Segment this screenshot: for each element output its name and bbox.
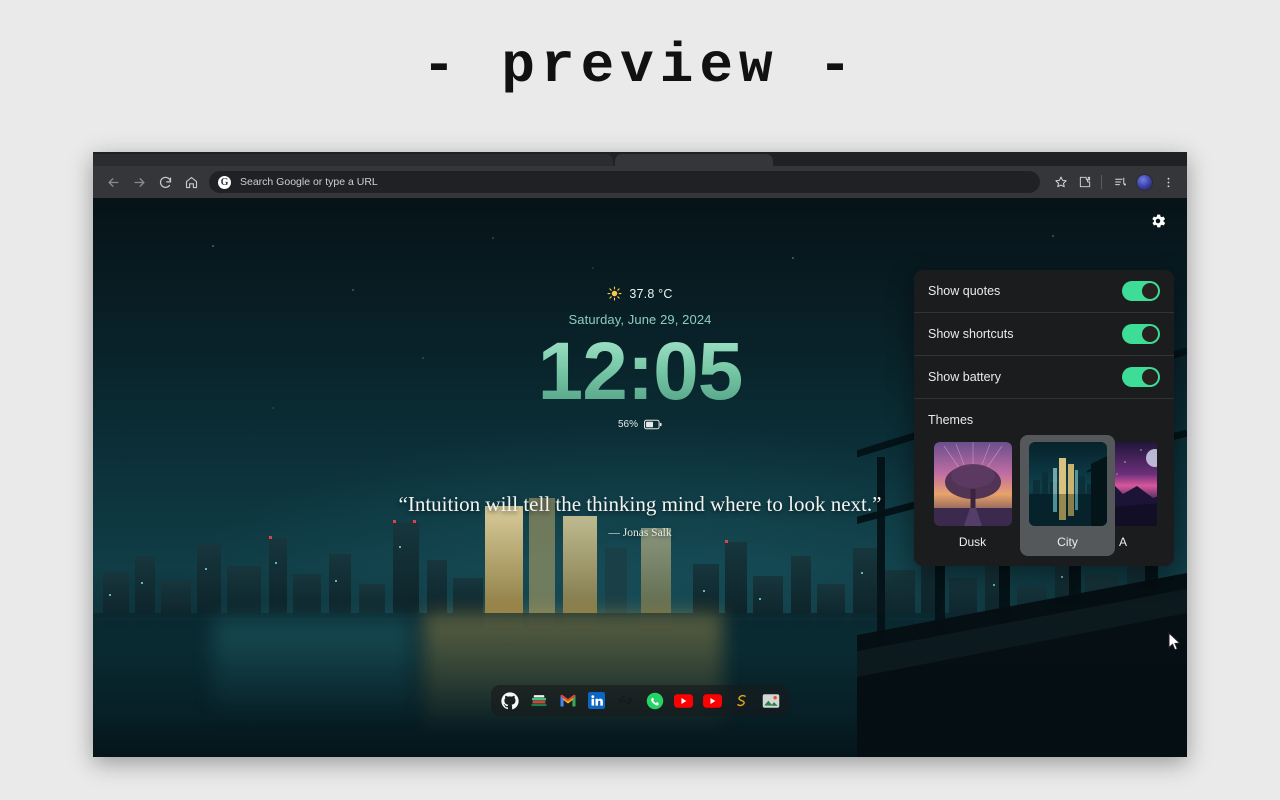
tab-inactive-area — [93, 154, 613, 166]
setting-row-show-quotes[interactable]: Show quotes — [914, 270, 1174, 313]
new-tab-page: 37.8 °C Saturday, June 29, 2024 12:05 56… — [93, 198, 1187, 757]
theme-thumb-aurora — [1115, 442, 1157, 526]
setting-label-show-shortcuts: Show shortcuts — [928, 327, 1014, 341]
shortcut-github-icon[interactable] — [500, 691, 519, 710]
date-text: Saturday, June 29, 2024 — [568, 312, 712, 327]
reading-list-icon[interactable] — [1109, 171, 1131, 193]
water-glow-teal — [213, 618, 413, 738]
battery-percent: 56% — [617, 419, 638, 431]
google-g-icon: G — [218, 175, 231, 189]
weather-temperature: 37.8 °C — [629, 286, 673, 301]
theme-name-aurora: A — [1119, 535, 1128, 549]
browser-window: G Search Google or type a URL 37.8 °C Sa… — [93, 152, 1187, 757]
extensions-puzzle-icon[interactable] — [1074, 171, 1096, 193]
toggle-knob — [1142, 369, 1158, 385]
shortcut-sublime-icon[interactable] — [732, 691, 751, 710]
theme-thumb-city — [1028, 442, 1107, 526]
theme-card-city[interactable]: City — [1020, 435, 1115, 556]
setting-row-show-shortcuts[interactable]: Show shortcuts — [914, 313, 1174, 356]
toggle-knob — [1142, 326, 1158, 342]
page-title: - preview - — [422, 34, 858, 98]
address-bar-text: Search Google or type a URL — [240, 176, 378, 188]
shortcut-scorpion-icon[interactable] — [616, 691, 635, 710]
battery-widget: 56% — [618, 419, 662, 430]
home-icon[interactable] — [179, 170, 203, 194]
water-glow-gold — [423, 613, 723, 753]
shortcut-gmail-icon[interactable] — [558, 691, 577, 710]
toggle-knob — [1142, 283, 1158, 299]
theme-name-dusk: Dusk — [958, 535, 987, 549]
mouse-cursor — [1168, 632, 1181, 651]
toggle-show-shortcuts[interactable] — [1122, 324, 1160, 344]
theme-thumb-dusk — [933, 442, 1012, 526]
toolbar-right-icons — [1048, 171, 1179, 193]
avatar — [1135, 173, 1153, 191]
tab-active[interactable] — [615, 154, 773, 166]
theme-card-aurora[interactable]: A — [1115, 435, 1157, 556]
themes-heading: Themes — [928, 413, 974, 427]
back-icon[interactable] — [101, 170, 125, 194]
shortcuts-dock — [491, 685, 789, 716]
quote-author: — Jonas Salk — [608, 527, 672, 540]
forward-icon[interactable] — [127, 170, 151, 194]
quote-text: “Intuition will tell the thinking mind w… — [398, 492, 882, 517]
weather-widget: 37.8 °C — [607, 286, 672, 301]
shortcut-youtube-icon[interactable] — [674, 691, 693, 710]
shortcut-whatsapp-icon[interactable] — [645, 691, 664, 710]
shortcut-photos-icon[interactable] — [761, 691, 780, 710]
gear-icon[interactable] — [1147, 210, 1169, 232]
reload-icon[interactable] — [153, 170, 177, 194]
shortcut-linkedin-icon[interactable] — [587, 691, 606, 710]
toggle-show-battery[interactable] — [1122, 367, 1160, 387]
themes-list: Dusk City A — [914, 435, 1174, 556]
sun-icon — [607, 286, 622, 301]
clock-time: 12:05 — [537, 326, 744, 417]
chrome-menu-icon[interactable] — [1157, 171, 1179, 193]
tab-strip — [93, 152, 1187, 166]
shortcut-youtube-music-icon[interactable] — [703, 691, 722, 710]
setting-label-show-battery: Show battery — [928, 370, 1001, 384]
address-bar[interactable]: G Search Google or type a URL — [209, 171, 1040, 193]
browser-toolbar: G Search Google or type a URL — [93, 166, 1187, 198]
toolbar-divider — [1101, 175, 1102, 189]
battery-icon — [644, 419, 662, 430]
shortcut-books-icon[interactable] — [529, 691, 548, 710]
settings-panel: Show quotes Show shortcuts Show battery … — [914, 270, 1174, 566]
theme-card-dusk[interactable]: Dusk — [925, 435, 1020, 556]
setting-label-show-quotes: Show quotes — [928, 284, 1001, 298]
bookmark-star-icon[interactable] — [1050, 171, 1072, 193]
setting-row-show-battery[interactable]: Show battery — [914, 356, 1174, 399]
theme-name-city: City — [1057, 535, 1078, 549]
profile-avatar[interactable] — [1133, 171, 1155, 193]
toggle-show-quotes[interactable] — [1122, 281, 1160, 301]
